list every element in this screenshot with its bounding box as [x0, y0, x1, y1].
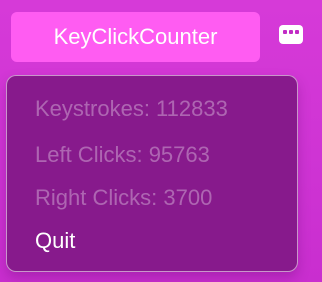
- keyboard-key-dot: [295, 30, 299, 34]
- menu-item-keystrokes: Keystrokes: 112833: [35, 96, 228, 121]
- status-menu: Keystrokes: 112833 Left Clicks: 95763 Ri…: [6, 75, 298, 272]
- menu-item-quit[interactable]: Quit: [35, 227, 75, 255]
- keyboard-key-dot: [289, 30, 293, 34]
- menubar-app-title[interactable]: KeyClickCounter: [11, 12, 260, 62]
- keyboard-key-dot: [283, 30, 287, 34]
- keyboard-icon-keys: [283, 30, 299, 34]
- menu-item-left-clicks: Left Clicks: 95763: [35, 142, 210, 167]
- keyboard-icon[interactable]: [279, 25, 303, 44]
- menu-item-right-clicks: Right Clicks: 3700: [35, 185, 213, 210]
